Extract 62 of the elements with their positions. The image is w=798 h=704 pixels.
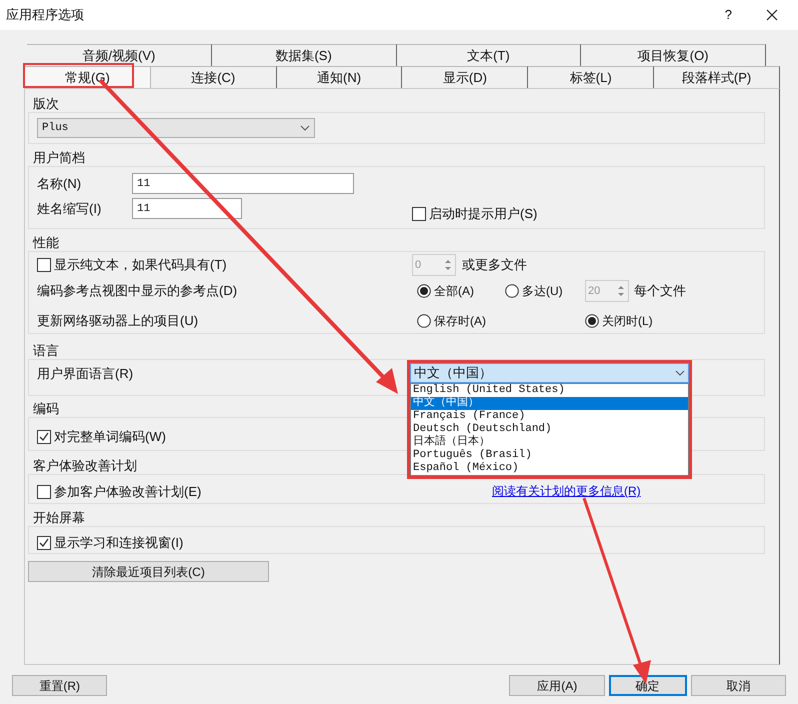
group-title: 性能 bbox=[33, 235, 59, 251]
chevron-down-icon bbox=[300, 125, 310, 131]
dropdown-option[interactable]: English (United States) bbox=[411, 384, 688, 397]
checkbox-label: 显示纯文本，如果代码具有(T) bbox=[54, 256, 227, 274]
radio-label: 关闭时(L) bbox=[602, 313, 653, 330]
close-icon[interactable] bbox=[766, 9, 778, 21]
dialog-button[interactable]: 取消 bbox=[690, 675, 786, 696]
tab[interactable]: 段落样式(P) bbox=[654, 66, 780, 88]
radio-button[interactable] bbox=[417, 314, 431, 328]
dropdown-option[interactable]: Français (France) bbox=[411, 410, 688, 423]
field-label: 名称(N) bbox=[37, 174, 82, 193]
text-field[interactable]: 11 bbox=[132, 173, 354, 194]
checkbox[interactable] bbox=[37, 430, 51, 444]
field-label: 用户界面语言(R) bbox=[37, 365, 134, 383]
link[interactable]: 阅读有关计划的更多信息(R) bbox=[492, 482, 641, 500]
tab[interactable]: 项目恢复(O) bbox=[581, 44, 766, 66]
radio-label: 保存时(A) bbox=[434, 313, 486, 330]
spinner-suffix: 每个文件 bbox=[634, 282, 686, 300]
group-title: 客户体验改善计划 bbox=[33, 458, 137, 474]
text-field[interactable]: 11 bbox=[132, 198, 242, 219]
checkbox-label: 参加客户体验改善计划(E) bbox=[54, 483, 202, 501]
dialog-button[interactable]: 确定 bbox=[608, 675, 687, 696]
tab[interactable]: 音频/视频(V) bbox=[27, 44, 212, 66]
dropdown-option[interactable]: Português (Brasil) bbox=[411, 449, 688, 462]
dropdown-option[interactable]: Deutsch (Deutschland) bbox=[411, 423, 688, 436]
checkbox-label: 对完整单词编码(W) bbox=[54, 428, 166, 446]
field-label: 姓名缩写(I) bbox=[37, 200, 102, 218]
spinner-suffix: 或更多文件 bbox=[462, 256, 527, 274]
clear-recent-button[interactable]: 清除最近项目列表(C) bbox=[28, 561, 269, 582]
radio-label: 全部(A) bbox=[434, 283, 474, 300]
checkbox[interactable] bbox=[37, 484, 51, 499]
radio-button[interactable] bbox=[505, 284, 519, 298]
dropdown-option[interactable]: 日本語（日本） bbox=[411, 436, 688, 449]
checkbox[interactable] bbox=[37, 536, 51, 550]
checkbox[interactable] bbox=[412, 206, 426, 220]
dialog-button[interactable]: 重置(R) bbox=[12, 675, 108, 696]
tab[interactable]: 标签(L) bbox=[528, 66, 654, 88]
group-title: 用户简档 bbox=[33, 150, 85, 166]
radio-button[interactable] bbox=[585, 314, 599, 328]
checkbox-label: 启动时提示用户(S) bbox=[429, 204, 538, 223]
dropdown-option[interactable]: Español (México) bbox=[411, 462, 688, 475]
tab[interactable]: 文本(T) bbox=[396, 44, 582, 66]
tab[interactable]: 数据集(S) bbox=[212, 44, 396, 66]
radio-label: 多达(U) bbox=[522, 283, 563, 300]
group-title: 开始屏幕 bbox=[33, 510, 85, 526]
group-title: 编码 bbox=[33, 401, 59, 417]
option-label: 编码参考点视图中显示的参考点(D) bbox=[37, 282, 238, 300]
tab[interactable]: 显示(D) bbox=[402, 66, 528, 88]
help-button[interactable]: ? bbox=[724, 5, 732, 25]
language-dropdown[interactable]: 中文（中国） bbox=[410, 363, 689, 383]
window-title: 应用程序选项 bbox=[6, 6, 84, 24]
tab[interactable]: 连接(C) bbox=[150, 66, 277, 88]
option-label: 更新网络驱动器上的项目(U) bbox=[37, 312, 200, 330]
edition-dropdown[interactable]: Plus bbox=[37, 118, 315, 138]
checkbox-label: 显示学习和连接视窗(I) bbox=[54, 534, 184, 552]
chevron-down-icon bbox=[675, 370, 685, 376]
radio-button[interactable] bbox=[417, 284, 431, 298]
group-title: 版次 bbox=[33, 96, 59, 112]
tab[interactable]: 通知(N) bbox=[276, 66, 402, 88]
group-title: 语言 bbox=[33, 343, 59, 359]
dialog-button[interactable]: 应用(A) bbox=[509, 675, 605, 696]
checkbox[interactable] bbox=[37, 258, 51, 272]
